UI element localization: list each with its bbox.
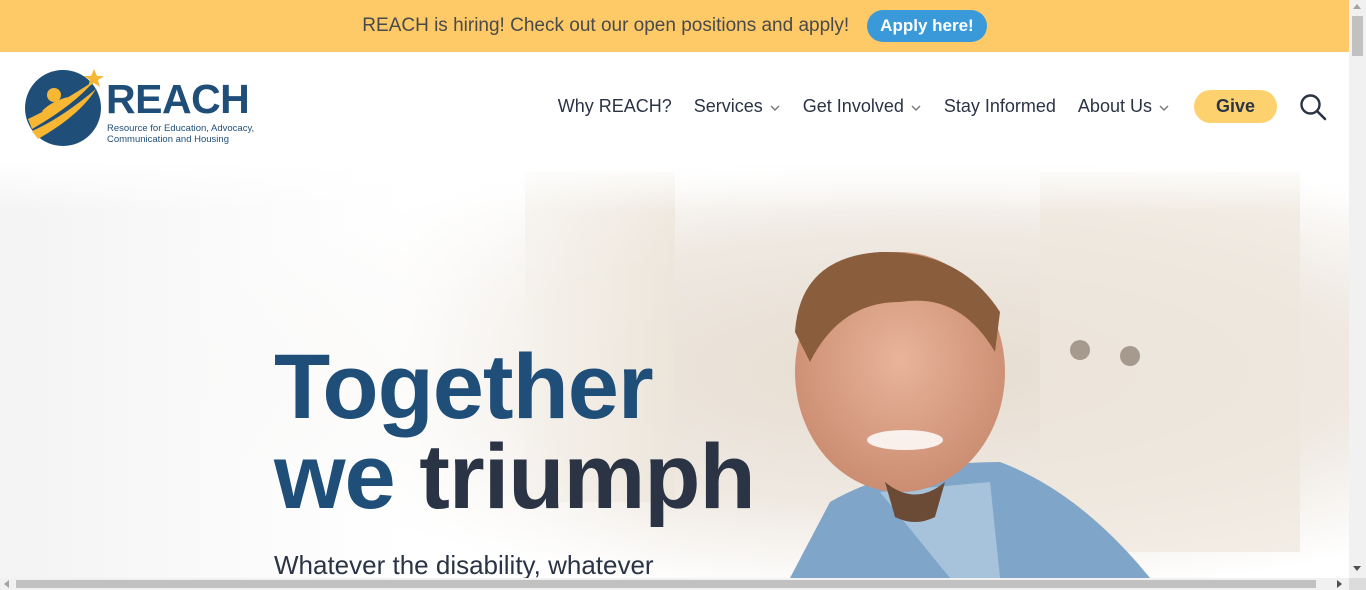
vertical-scrollbar[interactable]	[1349, 0, 1366, 590]
hiring-banner: REACH is hiring! Check out our open posi…	[0, 0, 1349, 52]
logo-tagline-line-2: Communication and Housing	[107, 134, 229, 145]
scroll-left-arrow-icon[interactable]	[4, 580, 9, 588]
hero-title: Together we triumph	[274, 336, 756, 523]
scroll-down-arrow-icon[interactable]	[1353, 566, 1361, 571]
hero-title-triumph: triumph	[419, 426, 755, 528]
search-icon[interactable]	[1299, 93, 1327, 121]
scroll-right-arrow-icon[interactable]	[1337, 580, 1342, 588]
nav-why-reach[interactable]: Why REACH?	[558, 96, 672, 117]
logo-tagline: Resource for Education, Advocacy, Commun…	[107, 123, 267, 145]
vertical-scroll-thumb[interactable]	[1352, 16, 1363, 56]
nav-services[interactable]: Services	[694, 96, 781, 117]
star-figure-icon	[25, 69, 104, 146]
nav-get-involved[interactable]: Get Involved	[803, 96, 922, 117]
hero-title-we: we	[274, 426, 396, 528]
hero-section: Together we triumph Whatever the disabil…	[0, 162, 1349, 578]
main-nav: Why REACH? Services Get Involved Stay In…	[558, 90, 1327, 123]
banner-text: REACH is hiring! Check out our open posi…	[362, 15, 850, 36]
nav-why-reach-label: Why REACH?	[557, 96, 672, 116]
nav-about-us-label: About Us	[1077, 96, 1152, 116]
nav-stay-informed-label: Stay Informed	[943, 96, 1056, 116]
scrollbar-corner	[1349, 578, 1366, 590]
nav-stay-informed[interactable]: Stay Informed	[944, 96, 1056, 117]
chevron-down-icon	[1159, 105, 1169, 111]
nav-get-involved-label: Get Involved	[802, 96, 904, 116]
horizontal-scrollbar[interactable]	[0, 578, 1349, 590]
nav-services-label: Services	[693, 96, 763, 116]
site-header: REACH Resource for Education, Advocacy, …	[0, 52, 1349, 162]
scroll-up-arrow-icon[interactable]	[1353, 4, 1361, 9]
logo-tagline-line-1: Resource for Education, Advocacy,	[107, 123, 255, 134]
reach-logo[interactable]: REACH Resource for Education, Advocacy, …	[24, 67, 264, 149]
hero-subtitle: Whatever the disability, whatever	[274, 550, 654, 578]
chevron-down-icon	[911, 105, 921, 111]
give-button[interactable]: Give	[1193, 90, 1277, 123]
logo-wordmark: REACH	[106, 76, 250, 122]
hero-title-line-1: Together	[274, 336, 654, 438]
chevron-down-icon	[770, 105, 780, 111]
nav-about-us[interactable]: About Us	[1078, 96, 1170, 117]
horizontal-scroll-thumb[interactable]	[16, 580, 1316, 588]
apply-here-button[interactable]: Apply here!	[867, 10, 987, 42]
